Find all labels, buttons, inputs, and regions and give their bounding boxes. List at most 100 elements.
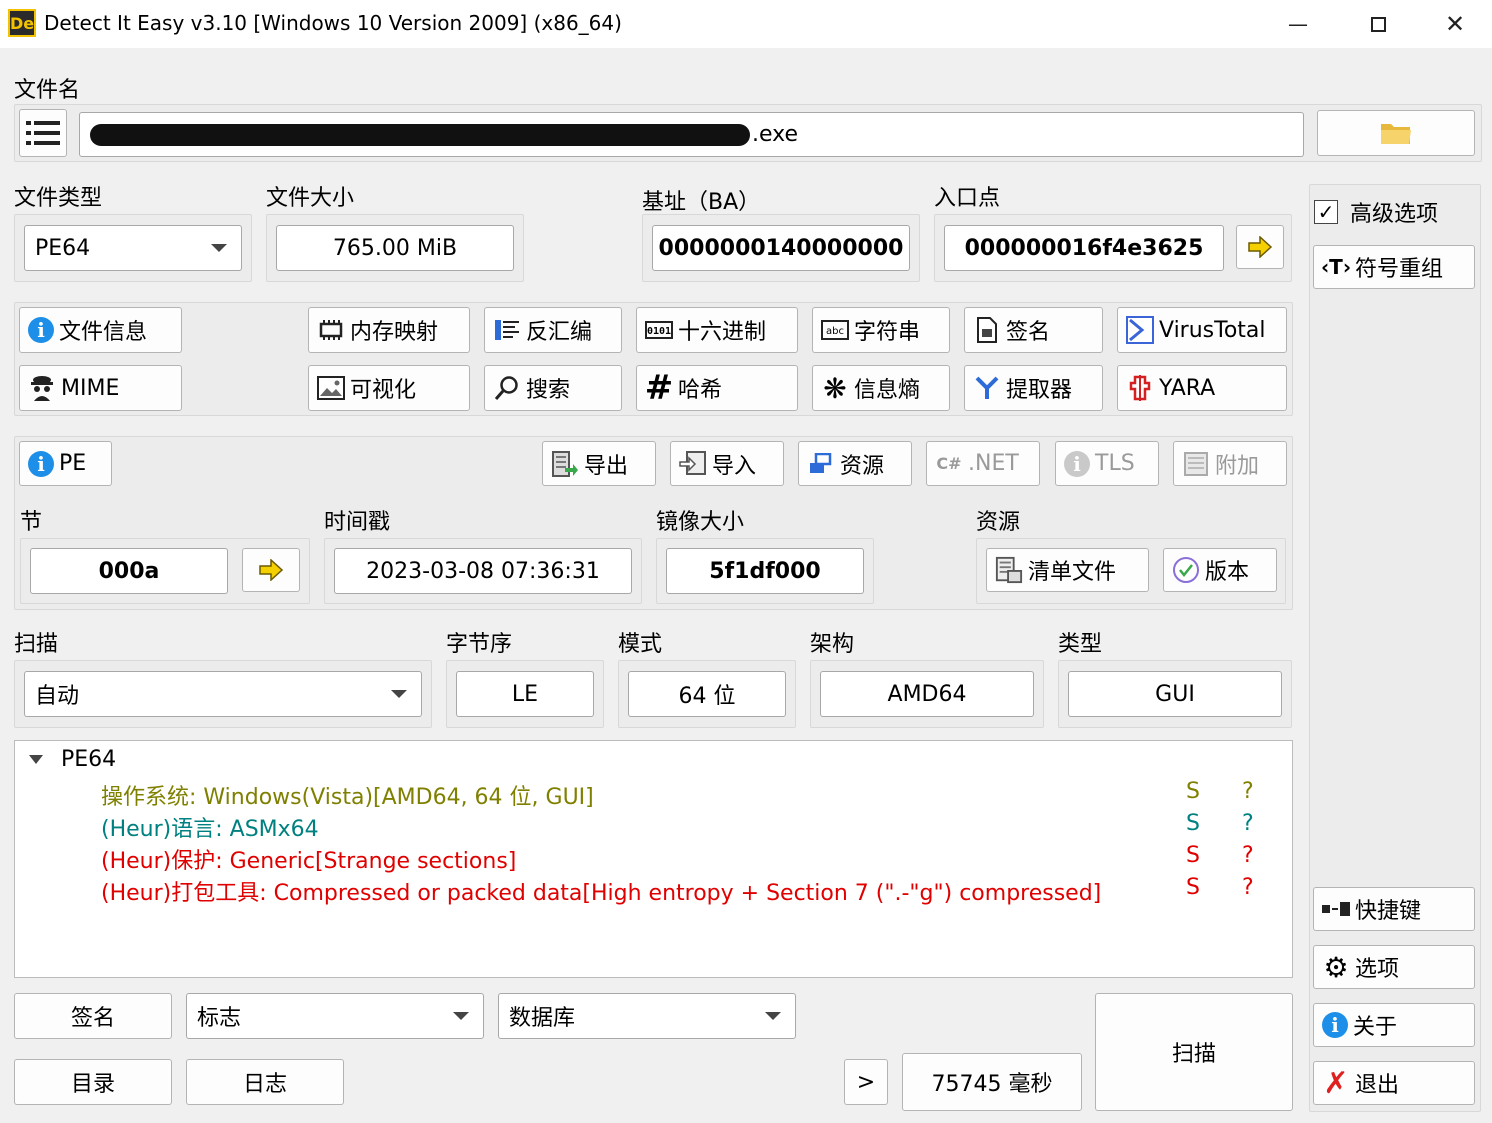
timestamp-label: 时间戳 (324, 510, 391, 535)
result-protection[interactable]: (Heur)保护: Generic[Strange sections] (101, 843, 516, 875)
results-tree[interactable]: PE64 操作系统: Windows(Vista)[AMD64, 64 位, G… (14, 740, 1293, 978)
shortcuts-label: 快捷键 (1355, 899, 1422, 924)
chip-icon (317, 316, 345, 344)
signature-button[interactable]: 签名 (964, 307, 1103, 353)
result-language-s[interactable]: S (1186, 811, 1200, 836)
result-os-s[interactable]: S (1186, 779, 1200, 804)
result-protection-s[interactable]: S (1186, 843, 1200, 868)
result-packer-s[interactable]: S (1186, 875, 1200, 900)
resources-button[interactable]: 资源 (798, 441, 912, 486)
scan-mode-select[interactable]: 自动 (24, 671, 422, 717)
file-menu-button[interactable] (19, 109, 67, 157)
document-icon (973, 316, 1001, 344)
result-os[interactable]: 操作系统: Windows(Vista)[AMD64, 64 位, GUI] (101, 779, 594, 811)
export-label: 导出 (584, 453, 629, 479)
file-extension: .exe (752, 122, 799, 147)
goto-sections-button[interactable] (242, 548, 300, 592)
search-label: 搜索 (526, 378, 571, 403)
scan-button[interactable]: 扫描 (1095, 993, 1293, 1111)
entry-point-field[interactable]: 000000016f4e3625 (944, 225, 1224, 271)
disasm-label: 反汇编 (526, 320, 593, 345)
about-button[interactable]: i 关于 (1313, 1003, 1475, 1047)
mode-label: 模式 (618, 632, 663, 657)
elapsed-time-button[interactable]: 75745 毫秒 (902, 1053, 1082, 1111)
spy-icon (28, 374, 56, 402)
close-button[interactable]: ✕ (1418, 0, 1492, 48)
log-button[interactable]: 日志 (186, 1059, 344, 1105)
folder-icon (1381, 124, 1411, 144)
open-file-button[interactable] (1317, 110, 1475, 156)
file-path-field[interactable]: .exe (79, 112, 1304, 157)
export-button[interactable]: 导出 (542, 441, 656, 486)
file-type-select[interactable]: PE64 (24, 225, 242, 271)
dotnet-button[interactable]: C# .NET (926, 441, 1040, 486)
more-button[interactable]: > (844, 1059, 888, 1105)
svg-text:0101: 0101 (647, 326, 671, 337)
hex-button[interactable]: 0101 十六进制 (636, 307, 798, 353)
version-button[interactable]: 版本 (1163, 548, 1277, 592)
resources-icon (807, 450, 835, 478)
result-os-q[interactable]: ? (1242, 779, 1254, 804)
yara-button[interactable]: YARA (1117, 365, 1287, 411)
advanced-checkbox[interactable]: ✓ 高级选项 (1314, 196, 1438, 228)
file-name-label: 文件名 (14, 78, 81, 103)
result-language[interactable]: (Heur)语言: ASMx64 (101, 811, 319, 843)
hash-label: 哈希 (678, 378, 723, 403)
minimize-button[interactable]: — (1258, 0, 1338, 48)
base-address-label: 基址（BA） (642, 190, 761, 215)
manifest-button[interactable]: 清单文件 (986, 548, 1149, 592)
maximize-button[interactable] (1338, 0, 1418, 48)
endian-label: 字节序 (446, 632, 513, 657)
file-size-label: 文件大小 (266, 186, 355, 211)
dotnet-label: .NET (968, 451, 1019, 476)
extractor-button[interactable]: 提取器 (964, 365, 1103, 411)
arch-field: AMD64 (820, 671, 1034, 717)
shortcut-icon (1322, 895, 1350, 923)
chevron-down-icon (211, 244, 227, 252)
hash-button[interactable]: # 哈希 (636, 365, 798, 411)
manifest-icon (995, 556, 1023, 584)
disasm-button[interactable]: 反汇编 (484, 307, 622, 353)
pe-button[interactable]: i PE (19, 441, 112, 486)
result-packer-q[interactable]: ? (1242, 875, 1254, 900)
window-title: Detect It Easy v3.10 [Windows 10 Version… (44, 11, 622, 35)
strings-button[interactable]: abc 字符串 (812, 307, 950, 353)
directory-button[interactable]: 目录 (14, 1059, 172, 1105)
overlay-icon (1182, 450, 1210, 478)
signatures-button[interactable]: 签名 (14, 993, 172, 1039)
result-packer[interactable]: (Heur)打包工具: Compressed or packed data[Hi… (101, 875, 1101, 907)
disassembly-icon (493, 316, 521, 344)
title-bar: De Detect It Easy v3.10 [Windows 10 Vers… (0, 0, 1492, 48)
pe-resources-label: 资源 (976, 510, 1021, 535)
csharp-icon: C# (936, 454, 962, 473)
demangle-button[interactable]: ‹T› 符号重组 (1313, 245, 1475, 289)
options-button[interactable]: ⚙ 选项 (1313, 945, 1475, 989)
file-info-button[interactable]: i 文件信息 (19, 307, 182, 353)
tree-root-label[interactable]: PE64 (61, 747, 116, 772)
flags-select[interactable]: 标志 (186, 993, 484, 1039)
tree-expand-icon[interactable] (29, 755, 43, 764)
virustotal-button[interactable]: VirusTotal (1117, 307, 1287, 353)
exit-button[interactable]: ✗ 退出 (1313, 1061, 1475, 1105)
entropy-button[interactable]: ❋ 信息熵 (812, 365, 950, 411)
overlay-button[interactable]: 附加 (1173, 441, 1287, 486)
search-button[interactable]: 搜索 (484, 365, 622, 411)
memory-map-button[interactable]: 内存映射 (308, 307, 470, 353)
mime-button[interactable]: MIME (19, 365, 182, 411)
svg-text:abc: abc (826, 326, 844, 337)
entropy-icon: ❋ (823, 371, 847, 405)
visualize-button[interactable]: 可视化 (308, 365, 470, 411)
result-protection-q[interactable]: ? (1242, 843, 1254, 868)
goto-entry-button[interactable] (1236, 225, 1284, 269)
virustotal-label: VirusTotal (1159, 317, 1266, 343)
shortcuts-button[interactable]: 快捷键 (1313, 887, 1475, 931)
database-select[interactable]: 数据库 (498, 993, 796, 1039)
tls-button[interactable]: i TLS (1055, 441, 1159, 486)
import-button[interactable]: 导入 (670, 441, 784, 486)
gear-icon: ⚙ (1323, 950, 1349, 984)
arrow-right-icon (259, 559, 284, 581)
chevron-down-icon (453, 1012, 469, 1020)
result-language-q[interactable]: ? (1242, 811, 1254, 836)
yara-label: YARA (1159, 375, 1216, 401)
base-address-field[interactable]: 0000000140000000 (652, 225, 910, 271)
